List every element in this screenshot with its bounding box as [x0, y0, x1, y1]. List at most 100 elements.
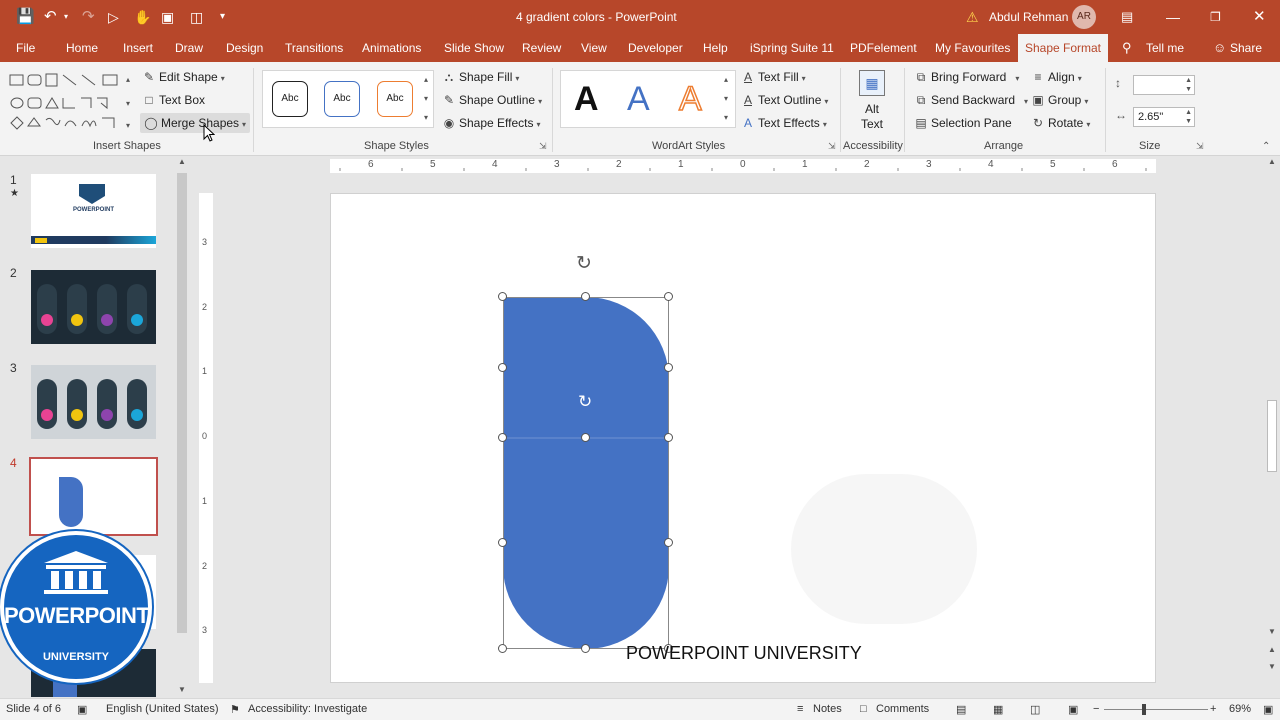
fit-to-window-icon[interactable]: ▣	[1263, 703, 1273, 716]
rotate-handle-icon[interactable]: ↻	[576, 252, 592, 275]
selection-pane-button[interactable]: ▤ Selection Pane	[914, 113, 1011, 133]
print-preview-icon[interactable]: ◫	[190, 6, 203, 28]
tab-developer[interactable]: Developer	[628, 34, 683, 62]
slide-thumbnail-1[interactable]: POWERPOINT	[31, 174, 156, 248]
inner-rotate-handle-icon[interactable]: ↻	[578, 392, 592, 412]
next-slide-icon[interactable]: ▼	[1268, 662, 1276, 671]
shape-fill-button[interactable]: ⛬ Shape Fill ▾	[442, 67, 520, 87]
ribbon-display-options-icon[interactable]: ▤	[1121, 6, 1133, 28]
resize-handle[interactable]	[664, 292, 673, 301]
zoom-slider-thumb[interactable]	[1142, 704, 1146, 715]
resize-handle[interactable]	[581, 644, 590, 653]
accessibility-status[interactable]: Accessibility: Investigate	[248, 703, 367, 715]
shape-height-input[interactable]: ▲ ▼	[1133, 75, 1195, 95]
text-fill-button[interactable]: A Text Fill ▾	[741, 67, 806, 87]
slide-thumbnail-2[interactable]	[31, 270, 156, 344]
zoom-level[interactable]: 69%	[1229, 703, 1251, 715]
wordart-scroll-icon[interactable]: ▴ ▾ ▾	[724, 70, 728, 127]
resize-handle[interactable]	[498, 292, 507, 301]
tell-me-search[interactable]: Tell me	[1146, 34, 1184, 62]
tab-help[interactable]: Help	[703, 34, 728, 62]
resize-handle[interactable]	[581, 433, 590, 442]
bring-forward-button[interactable]: ⧉ Bring Forward ▾	[914, 67, 1020, 87]
screenshot-icon[interactable]: ▣	[161, 6, 174, 28]
rotate-button[interactable]: ↻ Rotate ▾	[1031, 113, 1090, 133]
close-icon[interactable]: ✕	[1253, 6, 1266, 28]
tab-design[interactable]: Design	[226, 34, 263, 62]
shape-outline-button[interactable]: ✎ Shape Outline ▾	[442, 90, 542, 110]
previous-slide-icon[interactable]: ▲	[1268, 645, 1276, 654]
comments-button[interactable]: Comments	[876, 703, 929, 715]
align-button[interactable]: ≡ Align ▾	[1031, 67, 1081, 87]
shape-style-preset-3[interactable]: Abc	[377, 81, 413, 117]
tab-slide-show[interactable]: Slide Show	[444, 34, 504, 62]
slide-thumbnail-4-selected[interactable]	[29, 457, 158, 536]
shape-style-preset-1[interactable]: Abc	[272, 81, 308, 117]
undo-icon[interactable]: ↶	[44, 6, 57, 28]
scrollbar-thumb[interactable]	[177, 173, 187, 633]
slide-canvas[interactable]: ↻ ↻ POWERPOINT UNIVERSITY	[330, 193, 1156, 683]
dialog-launcher-icon[interactable]: ⇲	[828, 141, 836, 152]
zoom-in-icon[interactable]: +	[1210, 703, 1216, 715]
canvas-scrollbar[interactable]: ▲ ▼ ▲ ▼	[1264, 157, 1280, 697]
wordart-style-orange-outline[interactable]: A	[678, 79, 702, 119]
text-outline-button[interactable]: A Text Outline ▾	[741, 90, 828, 110]
undo-dropdown-icon[interactable]: ▾	[64, 6, 68, 28]
wordart-style-blue[interactable]: A	[627, 80, 650, 119]
resize-handle[interactable]	[664, 433, 673, 442]
tab-home[interactable]: Home	[66, 34, 98, 62]
zoom-out-icon[interactable]: −	[1093, 703, 1099, 715]
resize-handle[interactable]	[498, 644, 507, 653]
gallery-scroll-icon[interactable]: ▴ ▾ ▾	[424, 70, 428, 127]
tab-animations[interactable]: Animations	[362, 34, 421, 62]
text-effects-button[interactable]: A Text Effects ▾	[741, 113, 827, 133]
group-button[interactable]: ▣ Group ▾	[1031, 90, 1088, 110]
tab-shape-format[interactable]: Shape Format	[1018, 34, 1108, 62]
merge-shapes-button[interactable]: ◯ Merge Shapes ▾	[140, 113, 251, 133]
resize-handle[interactable]	[498, 363, 507, 372]
slide-sorter-icon[interactable]: ▦	[993, 703, 1003, 716]
tab-pdfelement[interactable]: PDFelement	[850, 34, 917, 62]
maximize-icon[interactable]: ❐	[1210, 6, 1221, 28]
slide-show-icon[interactable]: ▣	[1068, 703, 1078, 716]
resize-handle[interactable]	[581, 292, 590, 301]
spelling-check-icon[interactable]: ▣	[77, 703, 87, 716]
tab-ispring[interactable]: iSpring Suite 11	[750, 34, 834, 62]
collapse-ribbon-icon[interactable]: ⌃	[1262, 141, 1270, 152]
user-name[interactable]: Abdul Rehman	[989, 6, 1068, 28]
minimize-icon[interactable]: —	[1166, 6, 1180, 28]
save-icon[interactable]: 💾	[16, 6, 35, 28]
shapes-gallery[interactable]: ▴ ▾ ▾	[6, 70, 134, 132]
send-backward-button[interactable]: ⧉ Send Backward ▾	[914, 90, 1028, 110]
resize-handle[interactable]	[664, 363, 673, 372]
tab-transitions[interactable]: Transitions	[285, 34, 343, 62]
text-box-button[interactable]: □ Text Box	[142, 90, 205, 110]
language[interactable]: English (United States)	[106, 703, 219, 715]
tab-insert[interactable]: Insert	[123, 34, 153, 62]
resize-handle[interactable]	[664, 538, 673, 547]
edit-shape-button[interactable]: ✎ Edit Shape ▾	[142, 67, 225, 87]
reading-view-icon[interactable]: ◫	[1030, 703, 1040, 716]
dialog-launcher-icon[interactable]: ⇲	[539, 141, 547, 152]
touch-mode-icon[interactable]: ✋	[134, 6, 151, 28]
customize-qat-icon[interactable]: ▾	[220, 6, 225, 28]
resize-handle[interactable]	[498, 433, 507, 442]
tab-review[interactable]: Review	[522, 34, 561, 62]
shapes-gallery-icon[interactable]: ▴ ▾ ▾	[6, 70, 134, 132]
shape-style-preset-2[interactable]: Abc	[324, 81, 360, 117]
resize-handle[interactable]	[498, 538, 507, 547]
tab-draw[interactable]: Draw	[175, 34, 203, 62]
alt-text-button[interactable]: ▦ Alt Text	[856, 70, 888, 131]
scrollbar-thumb[interactable]	[1267, 400, 1277, 472]
selected-rounded-shape[interactable]	[503, 297, 669, 649]
shape-width-input[interactable]: 2.65" ▲ ▼	[1133, 107, 1195, 127]
zoom-slider[interactable]	[1104, 709, 1208, 710]
tab-my-favourites[interactable]: My Favourites	[935, 34, 1010, 62]
notes-button[interactable]: Notes	[813, 703, 842, 715]
normal-view-icon[interactable]: ▤	[956, 703, 966, 716]
slide-thumbnail-3[interactable]	[31, 365, 156, 439]
dialog-launcher-icon[interactable]: ⇲	[1196, 141, 1204, 152]
tab-file[interactable]: File	[16, 34, 35, 62]
share-button[interactable]: Share	[1230, 34, 1262, 62]
present-from-start-icon[interactable]: ▷	[108, 6, 119, 28]
